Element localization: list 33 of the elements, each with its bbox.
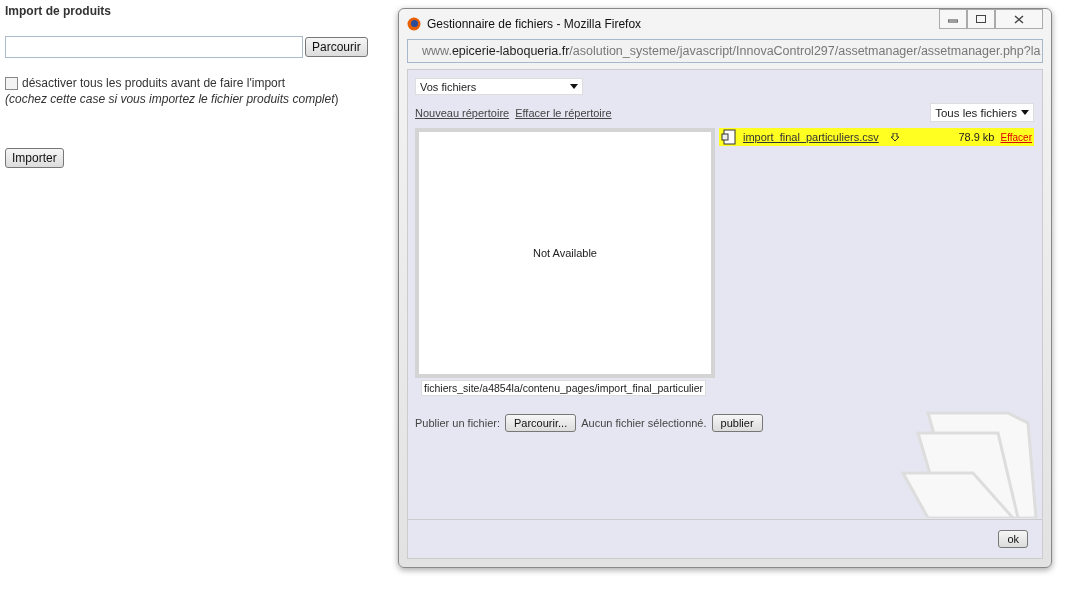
close-button[interactable] [995, 9, 1043, 29]
import-button[interactable]: Importer [5, 148, 64, 168]
publish-button[interactable]: publier [711, 414, 763, 432]
filter-dropdown[interactable]: Tous les fichiers [930, 103, 1034, 122]
page-heading: Import de produits [5, 4, 112, 18]
file-icon [721, 129, 737, 145]
ok-button[interactable]: ok [998, 530, 1028, 548]
file-status: Aucun fichier sélectionné. [581, 417, 707, 429]
window-title: Gestionnaire de fichiers - Mozilla Firefox [427, 17, 642, 31]
folder-link[interactable]: Nouveau répertoire [415, 106, 510, 119]
browser-logo-icon [407, 17, 421, 31]
browse-button[interactable]: Parcourir... [505, 414, 577, 432]
maximize-icon [976, 15, 986, 23]
maximize-button[interactable] [967, 9, 995, 29]
path-field: fichiers_site/a4854la/contenu_pages/import_final_particulier [421, 380, 706, 396]
close-icon [1014, 14, 1024, 24]
folder-dropdown[interactable]: Vos fichiers [415, 78, 583, 95]
caret-icon [1021, 110, 1029, 115]
caret-icon [570, 84, 578, 89]
hint-text: (cochez cette case si vous importez le fichier produits complet) [5, 92, 339, 106]
delete-link[interactable]: Effacer [1000, 131, 1032, 143]
checkbox-label: désactiver tous les produits avant de faire l'import [22, 76, 286, 90]
file-size: 78.9 kb [958, 131, 995, 143]
folder-link[interactable]: Effacer le répertoire [515, 106, 612, 119]
checkbox[interactable] [5, 76, 18, 90]
download-icon [890, 132, 899, 142]
file-link[interactable]: import_final_particuliers.csv [743, 131, 879, 143]
preview-text: Not Available [533, 247, 597, 259]
browse-button[interactable]: Parcourir [305, 37, 368, 57]
file-input[interactable] [5, 36, 303, 58]
file-row[interactable]: import_final_particuliers.csv 78.9 kb Effacer [719, 128, 1034, 146]
publish-label: Publier un fichier: [415, 417, 500, 429]
url-text: www.epicerie-laboqueria.fr/asolution_systeme/javascript/InnovaControl297/assetmanager/assetmanager.php?la [422, 44, 1041, 58]
